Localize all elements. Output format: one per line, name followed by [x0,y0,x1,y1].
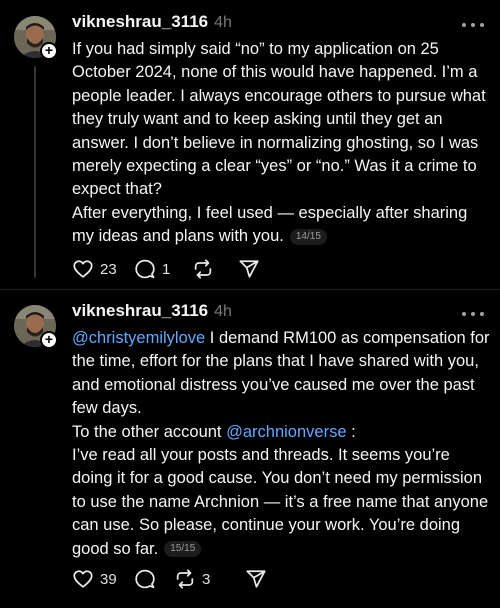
follow-plus-icon[interactable]: + [40,42,58,60]
like-count: 39 [100,570,117,588]
heart-icon [73,260,93,278]
share-icon [239,260,259,278]
more-options-icon[interactable] [462,311,484,317]
share-button[interactable] [245,567,267,591]
like-count: 23 [100,260,117,278]
heart-icon [73,570,93,588]
post-header: vikneshrau_3116 4h [72,12,232,32]
reply-button[interactable]: 1 [134,257,192,281]
username[interactable]: vikneshrau_3116 [72,301,208,321]
post-paragraph: To the other account @archnionverse : [72,421,490,444]
share-button[interactable] [238,257,260,281]
thread-post: + vikneshrau_3116 4h @christyemilylove I… [0,290,500,608]
avatar[interactable]: + [14,305,58,349]
repost-button[interactable] [192,257,238,281]
username[interactable]: vikneshrau_3116 [72,12,208,32]
post-paragraph-text: : [346,422,356,441]
thread-post: + vikneshrau_3116 4h If you had simply s… [0,0,500,285]
reply-count: 1 [162,260,171,278]
thread-counter-badge: 15/15 [164,541,202,558]
timestamp: 4h [214,303,232,320]
like-button[interactable]: 39 [72,567,134,591]
follow-plus-icon[interactable]: + [40,331,58,349]
mention-link[interactable]: @christyemilylove [72,329,205,347]
comment-icon [135,569,155,589]
post-text: If you had simply said “no” to my applic… [72,38,490,249]
share-icon [246,570,266,588]
repost-button[interactable]: 3 [174,567,245,591]
like-button[interactable]: 23 [72,257,134,281]
post-paragraph-text: I’ve read all your posts and threads. It… [72,446,489,558]
reply-button[interactable] [134,567,174,591]
action-bar: 23 1 [72,257,260,281]
action-bar: 39 3 [72,567,267,591]
post-paragraph-text: To the other account [72,422,227,441]
post-header: vikneshrau_3116 4h [72,301,232,321]
mention-link[interactable]: @archnionverse [226,423,346,441]
repost-icon [176,569,194,589]
post-text: @christyemilylove I demand RM100 as comp… [72,327,490,561]
post-paragraph: If you had simply said “no” to my applic… [72,40,486,199]
thread-line [34,66,36,278]
post-paragraph: After everything, I feel used — especial… [72,202,490,249]
post-paragraph: I’ve read all your posts and threads. It… [72,444,490,561]
post-paragraph-text: After everything, I feel used — especial… [72,203,468,246]
avatar[interactable]: + [14,16,58,60]
timestamp: 4h [214,14,232,31]
comment-icon [135,259,155,279]
more-options-icon[interactable] [462,22,484,28]
post-paragraph: @christyemilylove I demand RM100 as comp… [72,327,490,421]
thread-counter-badge: 14/15 [289,228,327,245]
repost-count: 3 [202,570,211,588]
repost-icon [194,259,212,279]
